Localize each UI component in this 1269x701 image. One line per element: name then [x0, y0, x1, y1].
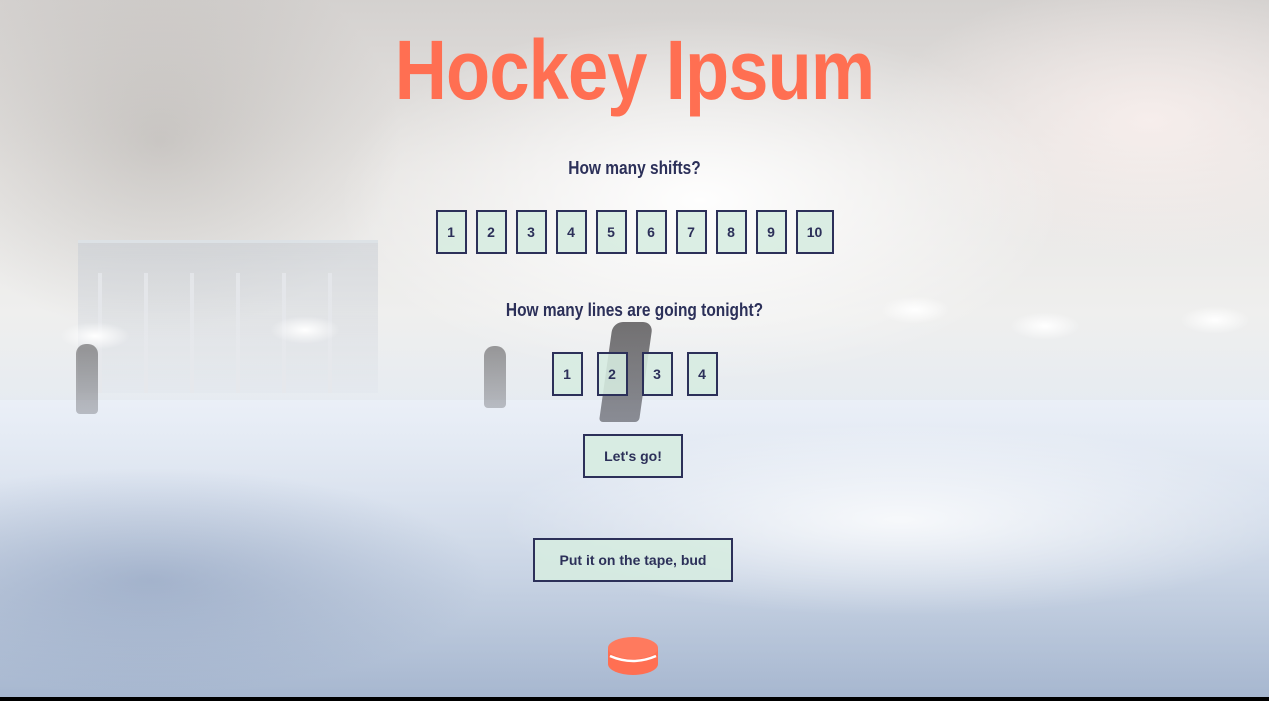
lets-go-button[interactable]: Let's go! — [583, 434, 683, 478]
shifts-option-button[interactable]: 8 — [715, 210, 747, 254]
shifts-options: 1 2 3 4 5 6 7 8 9 10 — [0, 210, 1269, 254]
shifts-option-button[interactable]: 1 — [435, 210, 467, 254]
shifts-option-button[interactable]: 5 — [595, 210, 627, 254]
hockey-puck-icon[interactable] — [607, 636, 659, 676]
lines-question: How many lines are going tonight? — [505, 300, 764, 320]
shifts-question: How many shifts? — [568, 158, 701, 178]
lines-option-button[interactable]: 1 — [551, 352, 583, 396]
page-title: Hockey Ipsum — [394, 23, 875, 117]
lines-option-button[interactable]: 2 — [596, 352, 628, 396]
put-it-on-the-tape-button[interactable]: Put it on the tape, bud — [533, 538, 733, 582]
shifts-option-button[interactable]: 4 — [555, 210, 587, 254]
lines-option-button[interactable]: 3 — [641, 352, 673, 396]
shifts-option-button[interactable]: 2 — [475, 210, 507, 254]
shifts-option-button[interactable]: 10 — [795, 210, 834, 254]
shifts-option-button[interactable]: 7 — [675, 210, 707, 254]
lines-options: 1 2 3 4 — [0, 352, 1269, 396]
lines-option-button[interactable]: 4 — [686, 352, 718, 396]
shifts-option-button[interactable]: 9 — [755, 210, 787, 254]
shifts-option-button[interactable]: 6 — [635, 210, 667, 254]
shifts-option-button[interactable]: 3 — [515, 210, 547, 254]
rink-light — [60, 322, 130, 350]
rink-light — [1180, 306, 1250, 334]
bottom-edge-bar — [0, 697, 1269, 701]
